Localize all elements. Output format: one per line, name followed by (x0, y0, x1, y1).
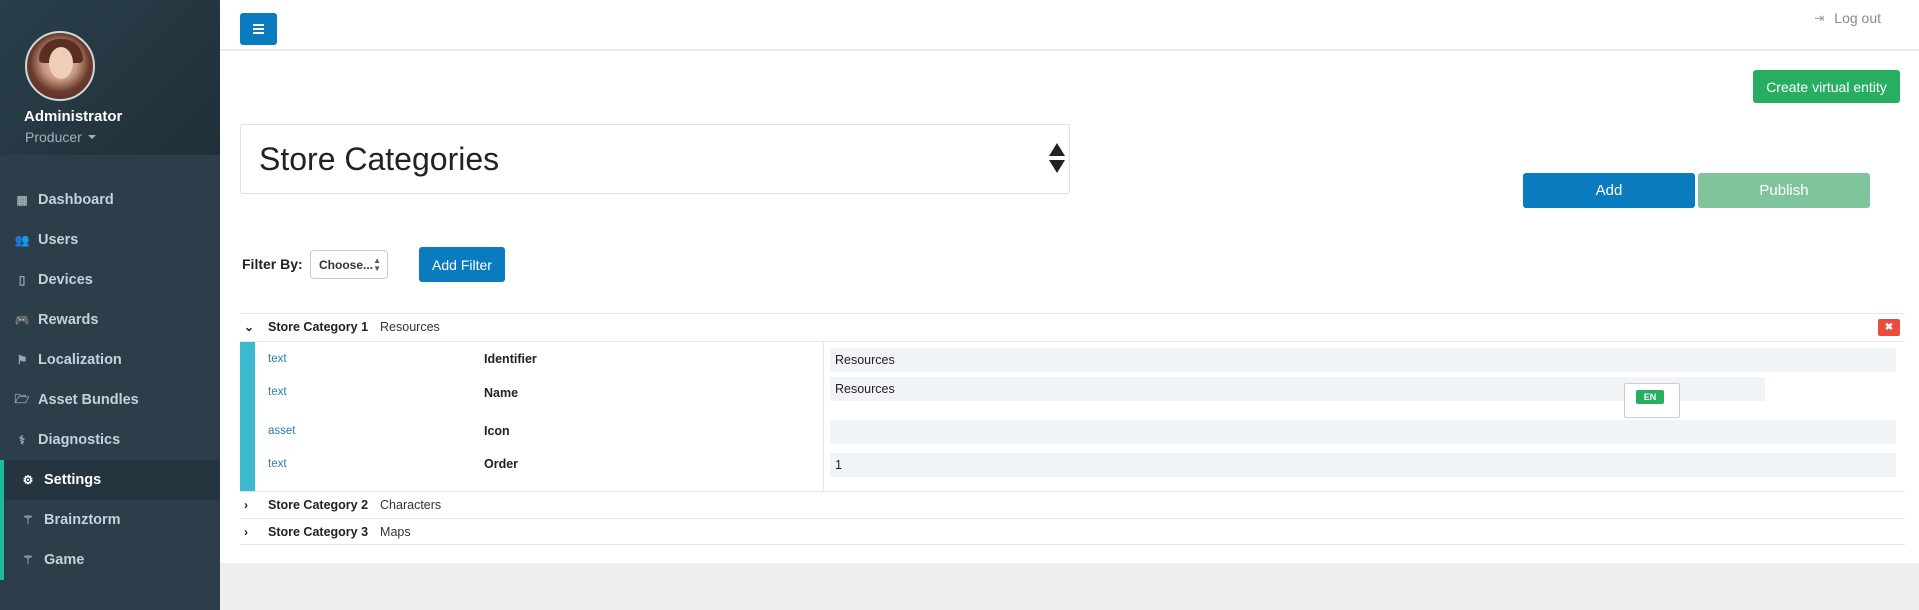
mobile-icon: ▯ (18, 273, 26, 287)
sidebar-item-devices[interactable]: ▯ Devices (0, 260, 220, 300)
sidebar-item-label: Users (38, 232, 79, 248)
avatar[interactable] (25, 31, 95, 101)
field-type: text (268, 458, 287, 470)
chevron-right-icon[interactable]: › (244, 525, 258, 539)
footer-area (220, 563, 1919, 610)
category-value: Maps (380, 525, 411, 539)
main-content: Create virtual entity Store Categories A… (220, 51, 1919, 563)
sidebar-item-asset-bundles[interactable]: 🗁 Asset Bundles (0, 380, 220, 420)
chevron-down-icon[interactable]: ⌄ (244, 320, 258, 334)
delete-button[interactable]: ✖ (1878, 319, 1900, 336)
sidebar-nav: ▦ Dashboard 👥 Users ▯ Devices 🎮 Rewards … (0, 180, 220, 580)
sidebar-item-diagnostics[interactable]: ⚕ Diagnostics (0, 420, 220, 460)
logout-label: Log out (1834, 10, 1881, 26)
category-row[interactable]: › Store Category 2 Characters (240, 491, 1905, 518)
category-title: Store Category 2 (268, 498, 369, 512)
select-arrows-icon (1049, 143, 1065, 173)
entity-type-value: Store Categories (259, 140, 500, 177)
sidebar-item-users[interactable]: 👥 Users (0, 220, 220, 260)
publish-button[interactable]: Publish (1698, 173, 1870, 208)
user-role-dropdown[interactable]: Producer (25, 129, 220, 145)
field-name: Name (484, 386, 519, 400)
gamepad-icon: 🎮 (14, 313, 30, 327)
sidebar-item-label: Localization (38, 352, 122, 368)
field-row: text Order 1 (240, 451, 1905, 479)
profile-panel: Administrator Producer (0, 0, 220, 155)
flag-icon: ⚑ (16, 353, 28, 367)
magic-wand-icon: ⚚ (22, 513, 34, 527)
filter-label: Filter By: (242, 256, 303, 272)
sign-out-icon: ⇥ (1814, 11, 1825, 25)
cogs-icon: ⚙ (22, 473, 34, 487)
magic-wand-icon: ⚚ (22, 553, 34, 567)
category-value: Resources (380, 320, 440, 334)
chevron-right-icon[interactable]: › (244, 498, 258, 512)
logout-link[interactable]: ⇥ Log out (1814, 10, 1881, 26)
add-filter-button[interactable]: Add Filter (419, 247, 505, 282)
field-row: asset Icon (240, 418, 1905, 446)
field-type: asset (268, 425, 296, 437)
language-badge: EN (1636, 390, 1664, 404)
sidebar-item-dashboard[interactable]: ▦ Dashboard (0, 180, 220, 220)
user-role-label: Producer (25, 129, 82, 145)
sidebar-item-game[interactable]: ⚚ Game (0, 540, 220, 580)
language-selector[interactable]: EN (1624, 383, 1680, 418)
select-arrows-icon: ▲ ▼ (373, 255, 381, 273)
folder-icon: 🗁 (14, 391, 30, 406)
filter-select-value: Choose... (319, 257, 374, 272)
field-name: Order (484, 457, 519, 471)
sidebar-item-label: Dashboard (38, 192, 114, 208)
top-bar: ⇥ Log out (220, 0, 1919, 50)
sidebar-item-label: Game (44, 552, 85, 568)
entity-type-select[interactable]: Store Categories (240, 124, 1070, 194)
sidebar-item-label: Rewards (38, 312, 99, 328)
category-value: Characters (380, 498, 442, 512)
hamburger-icon (253, 24, 264, 26)
field-type: text (268, 353, 287, 365)
field-value-input[interactable]: Resources (830, 348, 1896, 372)
caret-down-icon (87, 135, 96, 139)
field-type: text (268, 386, 287, 398)
sidebar-item-label: Devices (38, 272, 93, 288)
close-icon: ✖ (1884, 322, 1894, 333)
filter-select[interactable]: Choose... ▲ ▼ (310, 250, 388, 279)
sidebar-item-settings[interactable]: ⚙ Settings (0, 460, 220, 500)
field-row: text Identifier Resources (240, 346, 1905, 374)
sidebar-item-rewards[interactable]: 🎮 Rewards (0, 300, 220, 340)
sidebar-item-label: Brainztorm (44, 512, 121, 528)
sidebar-item-localization[interactable]: ⚑ Localization (0, 340, 220, 380)
field-value-input[interactable] (830, 420, 1896, 444)
sidebar: Administrator Producer ▦ Dashboard 👥 Use… (0, 0, 220, 610)
field-name: Icon (484, 424, 510, 438)
category-row[interactable]: › Store Category 3 Maps (240, 518, 1905, 545)
stethoscope-icon: ⚕ (18, 433, 26, 447)
field-value-input[interactable]: 1 (830, 453, 1896, 477)
sidebar-item-label: Asset Bundles (38, 392, 139, 408)
dashboard-icon: ▦ (16, 193, 28, 207)
sidebar-item-brainztorm[interactable]: ⚚ Brainztorm (0, 500, 220, 540)
sidebar-item-label: Diagnostics (38, 432, 121, 448)
sidebar-item-label: Settings (44, 472, 102, 488)
category-title: Store Category 1 (268, 320, 369, 334)
user-name: Administrator (24, 108, 123, 125)
field-name: Identifier (484, 352, 537, 366)
category-row[interactable]: ⌄ Store Category 1 Resources ✖ (240, 313, 1905, 340)
menu-toggle-button[interactable] (240, 13, 277, 45)
users-icon: 👥 (14, 233, 30, 247)
add-button[interactable]: Add (1523, 173, 1695, 208)
create-virtual-entity-button[interactable]: Create virtual entity (1753, 70, 1900, 103)
category-title: Store Category 3 (268, 525, 369, 539)
